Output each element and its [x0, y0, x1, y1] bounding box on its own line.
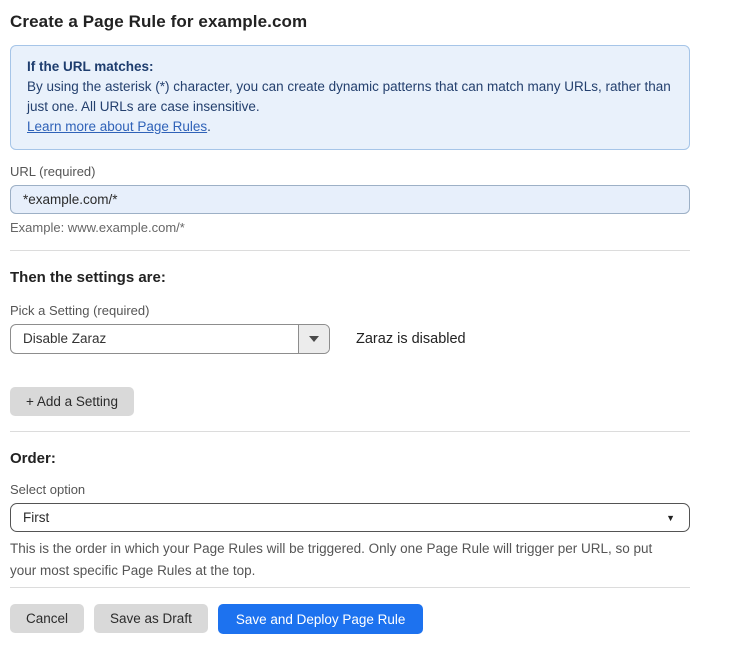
section-divider	[10, 250, 690, 251]
chevron-down-icon: ▼	[666, 513, 675, 523]
url-input[interactable]	[10, 185, 690, 214]
add-setting-button[interactable]: + Add a Setting	[10, 387, 134, 416]
form-actions: Cancel Save as Draft Save and Deploy Pag…	[10, 604, 690, 634]
learn-more-link[interactable]: Learn more about Page Rules	[27, 119, 207, 134]
setting-picker-label: Pick a Setting (required)	[10, 303, 690, 318]
order-select-value: First	[23, 510, 49, 525]
chevron-down-icon[interactable]	[298, 325, 329, 353]
info-box-body: By using the asterisk (*) character, you…	[27, 77, 673, 117]
triangle-glyph	[309, 336, 319, 342]
section-divider	[10, 587, 690, 588]
url-match-info-box: If the URL matches: By using the asteris…	[10, 45, 690, 150]
order-select-label: Select option	[10, 482, 690, 497]
page-rule-form: Create a Page Rule for example.com If th…	[10, 0, 690, 634]
save-draft-button[interactable]: Save as Draft	[94, 604, 208, 633]
setting-select[interactable]: Disable Zaraz	[10, 324, 330, 354]
order-select[interactable]: First ▼	[10, 503, 690, 532]
setting-select-value: Disable Zaraz	[11, 325, 298, 353]
setting-status-text: Zaraz is disabled	[356, 331, 466, 347]
page-title: Create a Page Rule for example.com	[10, 12, 690, 32]
settings-heading: Then the settings are:	[10, 269, 690, 286]
url-example-text: Example: www.example.com/*	[10, 220, 690, 235]
info-box-heading: If the URL matches:	[27, 57, 673, 77]
link-suffix: .	[207, 119, 211, 134]
cancel-button[interactable]: Cancel	[10, 604, 84, 633]
deploy-button[interactable]: Save and Deploy Page Rule	[218, 604, 424, 634]
setting-row: Disable Zaraz Zaraz is disabled	[10, 324, 690, 354]
section-divider	[10, 431, 690, 432]
info-link-line: Learn more about Page Rules.	[27, 117, 673, 137]
order-heading: Order:	[10, 450, 690, 467]
order-help-text: This is the order in which your Page Rul…	[10, 538, 670, 582]
url-field-label: URL (required)	[10, 164, 690, 179]
